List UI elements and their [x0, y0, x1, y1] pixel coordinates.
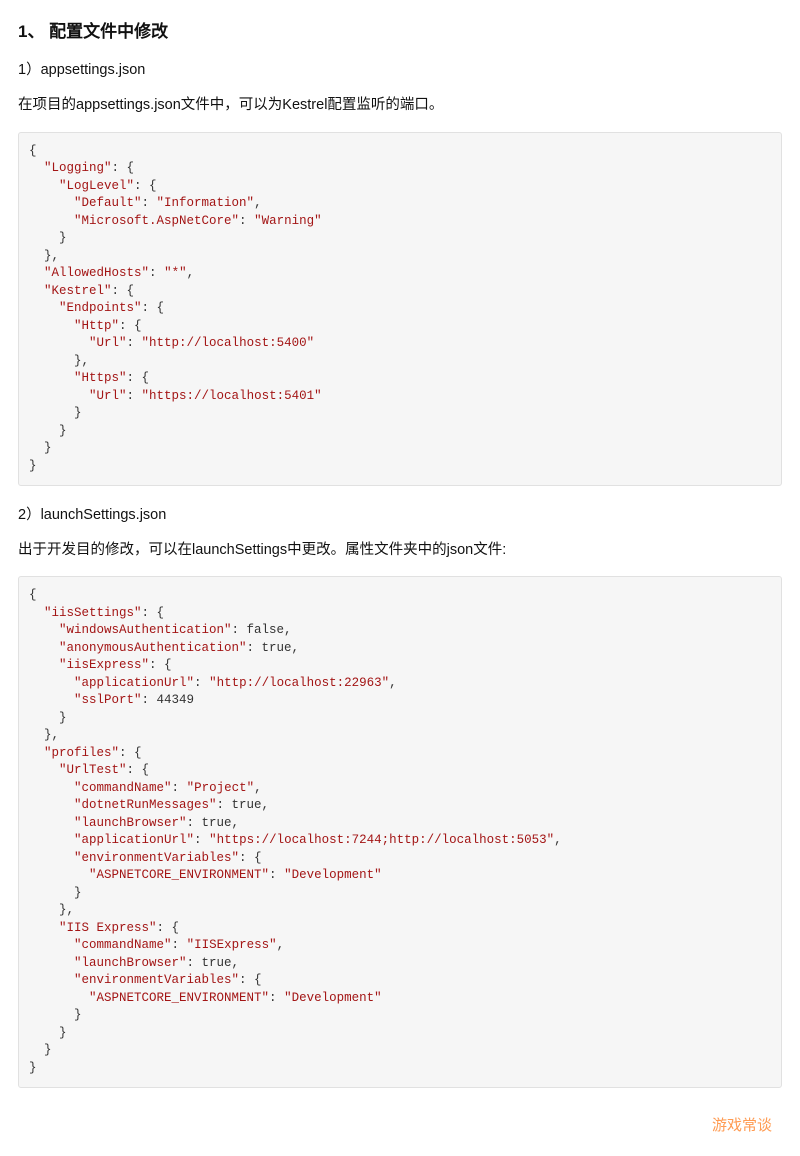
subsection-1-label: 1）appsettings.json	[18, 59, 782, 82]
code-block-appsettings: { "Logging": { "LogLevel": { "Default": …	[18, 132, 782, 487]
subsection-2-desc: 出于开发目的修改，可以在launchSettings中更改。属性文件夹中的jso…	[18, 539, 782, 562]
watermark-text: 游戏常谈	[18, 1106, 782, 1138]
section-title: 1、 配置文件中修改	[18, 18, 782, 45]
code-block-launchsettings: { "iisSettings": { "windowsAuthenticatio…	[18, 576, 782, 1088]
subsection-2-label: 2）launchSettings.json	[18, 504, 782, 527]
subsection-1-desc: 在项目的appsettings.json文件中，可以为Kestrel配置监听的端…	[18, 94, 782, 117]
